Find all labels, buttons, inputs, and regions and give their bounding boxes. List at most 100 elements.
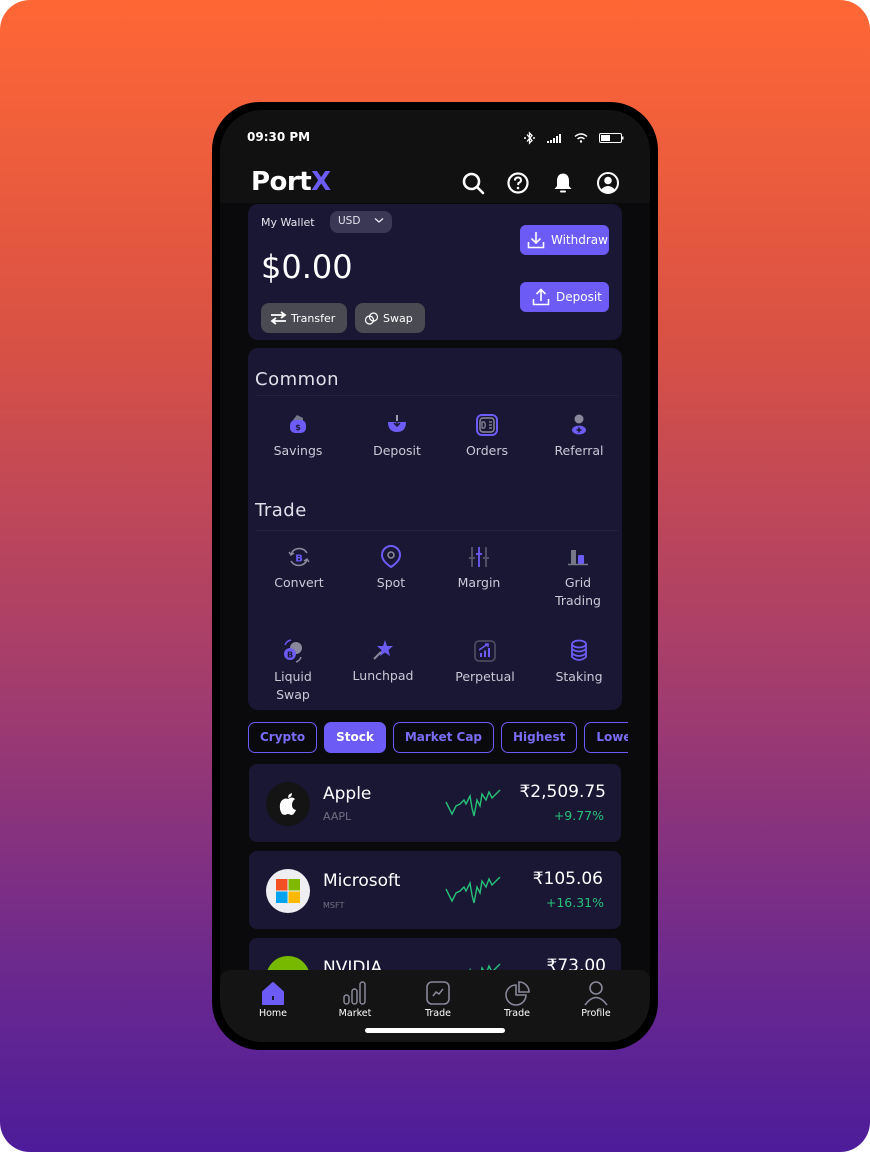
divider [256,530,618,531]
menu-item-margin[interactable]: Margin [434,544,524,592]
tab-label: Market [338,1008,372,1019]
menu-item-convert[interactable]: B Convert [254,544,344,592]
upload-icon [532,288,550,306]
filter-chips: Crypto Stock Market Cap Highest Lowest [248,722,628,754]
pie-chart-icon [505,981,530,1006]
home-scroll-area[interactable]: My Wallet USD $0.00 Transfer Swap Withdr… [220,203,650,980]
menu-card: Common $ Savings Deposit Orders Referral… [248,348,622,710]
status-bar: 09:30 PM [220,110,650,165]
transfer-button[interactable]: Transfer [261,303,347,333]
stock-name: Apple [323,784,372,804]
svg-text:B: B [295,554,303,565]
perpetual-icon [474,640,496,662]
apple-logo [266,782,310,826]
menu-item-label: Lunchpad [352,668,414,683]
currency-value: USD [338,215,361,227]
tab-portfolio[interactable]: Trade [482,980,552,1019]
sparkline [445,789,501,817]
logo-accent: X [311,167,331,197]
menu-item-label: Orders [465,443,509,458]
launchpad-icon [373,640,393,660]
app-bar: PortX [220,165,650,203]
tab-label: Trade [503,1008,530,1019]
chip-lowest[interactable]: Lowest [584,722,628,753]
menu-item-referral[interactable]: Referral [534,412,624,460]
menu-item-spot[interactable]: Spot [346,544,436,592]
stock-name: Microsoft [323,871,401,891]
grid-trading-icon [568,550,588,566]
stock-row[interactable]: Apple AAPL ₹2,509.75 +9.77% [249,764,621,842]
menu-item-perpetual[interactable]: Perpetual [440,638,530,686]
menu-item-label: Margin [457,575,501,590]
menu-item-savings[interactable]: $ Savings [253,412,343,460]
menu-item-deposit[interactable]: Deposit [352,412,442,460]
chevron-down-icon [374,218,384,223]
stock-ticker: AAPL [323,810,352,823]
deposit-label: Deposit [556,290,602,304]
menu-item-label: Convert [274,575,324,590]
wifi-icon [574,133,588,143]
tab-home[interactable]: Home [238,980,308,1019]
menu-item-liquid-swap[interactable]: B Liquid Swap [248,638,338,704]
microsoft-icon [276,879,300,903]
swap-button[interactable]: Swap [355,303,425,333]
app-logo: PortX [251,167,331,197]
download-icon [527,232,545,249]
menu-item-label: Deposit [373,443,421,458]
account-icon[interactable] [596,171,620,195]
menu-item-label-line2: Trading [555,593,601,608]
chip-stock[interactable]: Stock [324,722,386,753]
menu-item-orders[interactable]: Orders [442,412,532,460]
common-section-title: Common [255,369,340,390]
sparkline [445,876,501,904]
background: 09:30 PM PortX My Wallet USD $0.00 Trans… [0,0,870,1152]
tab-label: Trade [424,1008,451,1019]
logo-text: Port [251,167,312,197]
deposit-button[interactable]: Deposit [520,282,609,312]
menu-item-label: Perpetual [455,669,515,684]
menu-item-label-line1: Liquid [274,669,312,684]
signal-icon [547,134,561,143]
chip-highest[interactable]: Highest [501,722,578,753]
phone-frame: 09:30 PM PortX My Wallet USD $0.00 Trans… [212,102,658,1050]
divider [256,395,618,396]
tab-profile[interactable]: Profile [561,980,631,1019]
stock-price: ₹2,509.75 [519,782,606,802]
menu-item-grid-trading[interactable]: Grid Trading [533,544,623,610]
swap-icon [364,311,379,325]
menu-item-staking[interactable]: Staking [534,638,624,686]
margin-icon [469,547,489,567]
chip-market-cap[interactable]: Market Cap [392,722,495,753]
liquid-swap-icon: B [284,639,302,663]
svg-text:B: B [287,651,293,660]
trade-section-title: Trade [255,500,307,521]
deposit-icon [388,415,406,432]
apple-icon [279,793,296,815]
transfer-label: Transfer [291,311,336,325]
home-indicator[interactable] [365,1028,505,1033]
convert-icon: B [288,547,310,567]
help-icon[interactable] [506,171,530,195]
spot-icon [380,545,402,569]
tab-trade[interactable]: Trade [403,980,473,1019]
microsoft-logo [266,869,310,913]
currency-dropdown[interactable]: USD [330,211,392,233]
stock-row[interactable]: Microsoft MSFT ₹105.06 +16.31% [249,851,621,929]
stock-change: +16.31% [545,895,604,910]
search-icon[interactable] [461,171,485,195]
wallet-card: My Wallet USD $0.00 Transfer Swap Withdr… [248,204,622,340]
status-time: 09:30 PM [247,130,311,144]
tab-label: Profile [581,1008,611,1019]
transfer-icon [270,311,287,325]
phone-screen: 09:30 PM PortX My Wallet USD $0.00 Trans… [220,110,650,1042]
bell-icon[interactable] [551,171,575,195]
menu-item-label: Savings [273,443,323,458]
market-icon [343,981,366,1005]
withdraw-button[interactable]: Withdraw [520,225,609,255]
staking-icon [571,639,587,661]
menu-item-lunchpad[interactable]: Lunchpad [338,637,428,685]
savings-icon: $ [290,415,306,433]
tab-market[interactable]: Market [320,980,390,1019]
swap-label: Swap [383,311,413,325]
chip-crypto[interactable]: Crypto [248,722,318,753]
